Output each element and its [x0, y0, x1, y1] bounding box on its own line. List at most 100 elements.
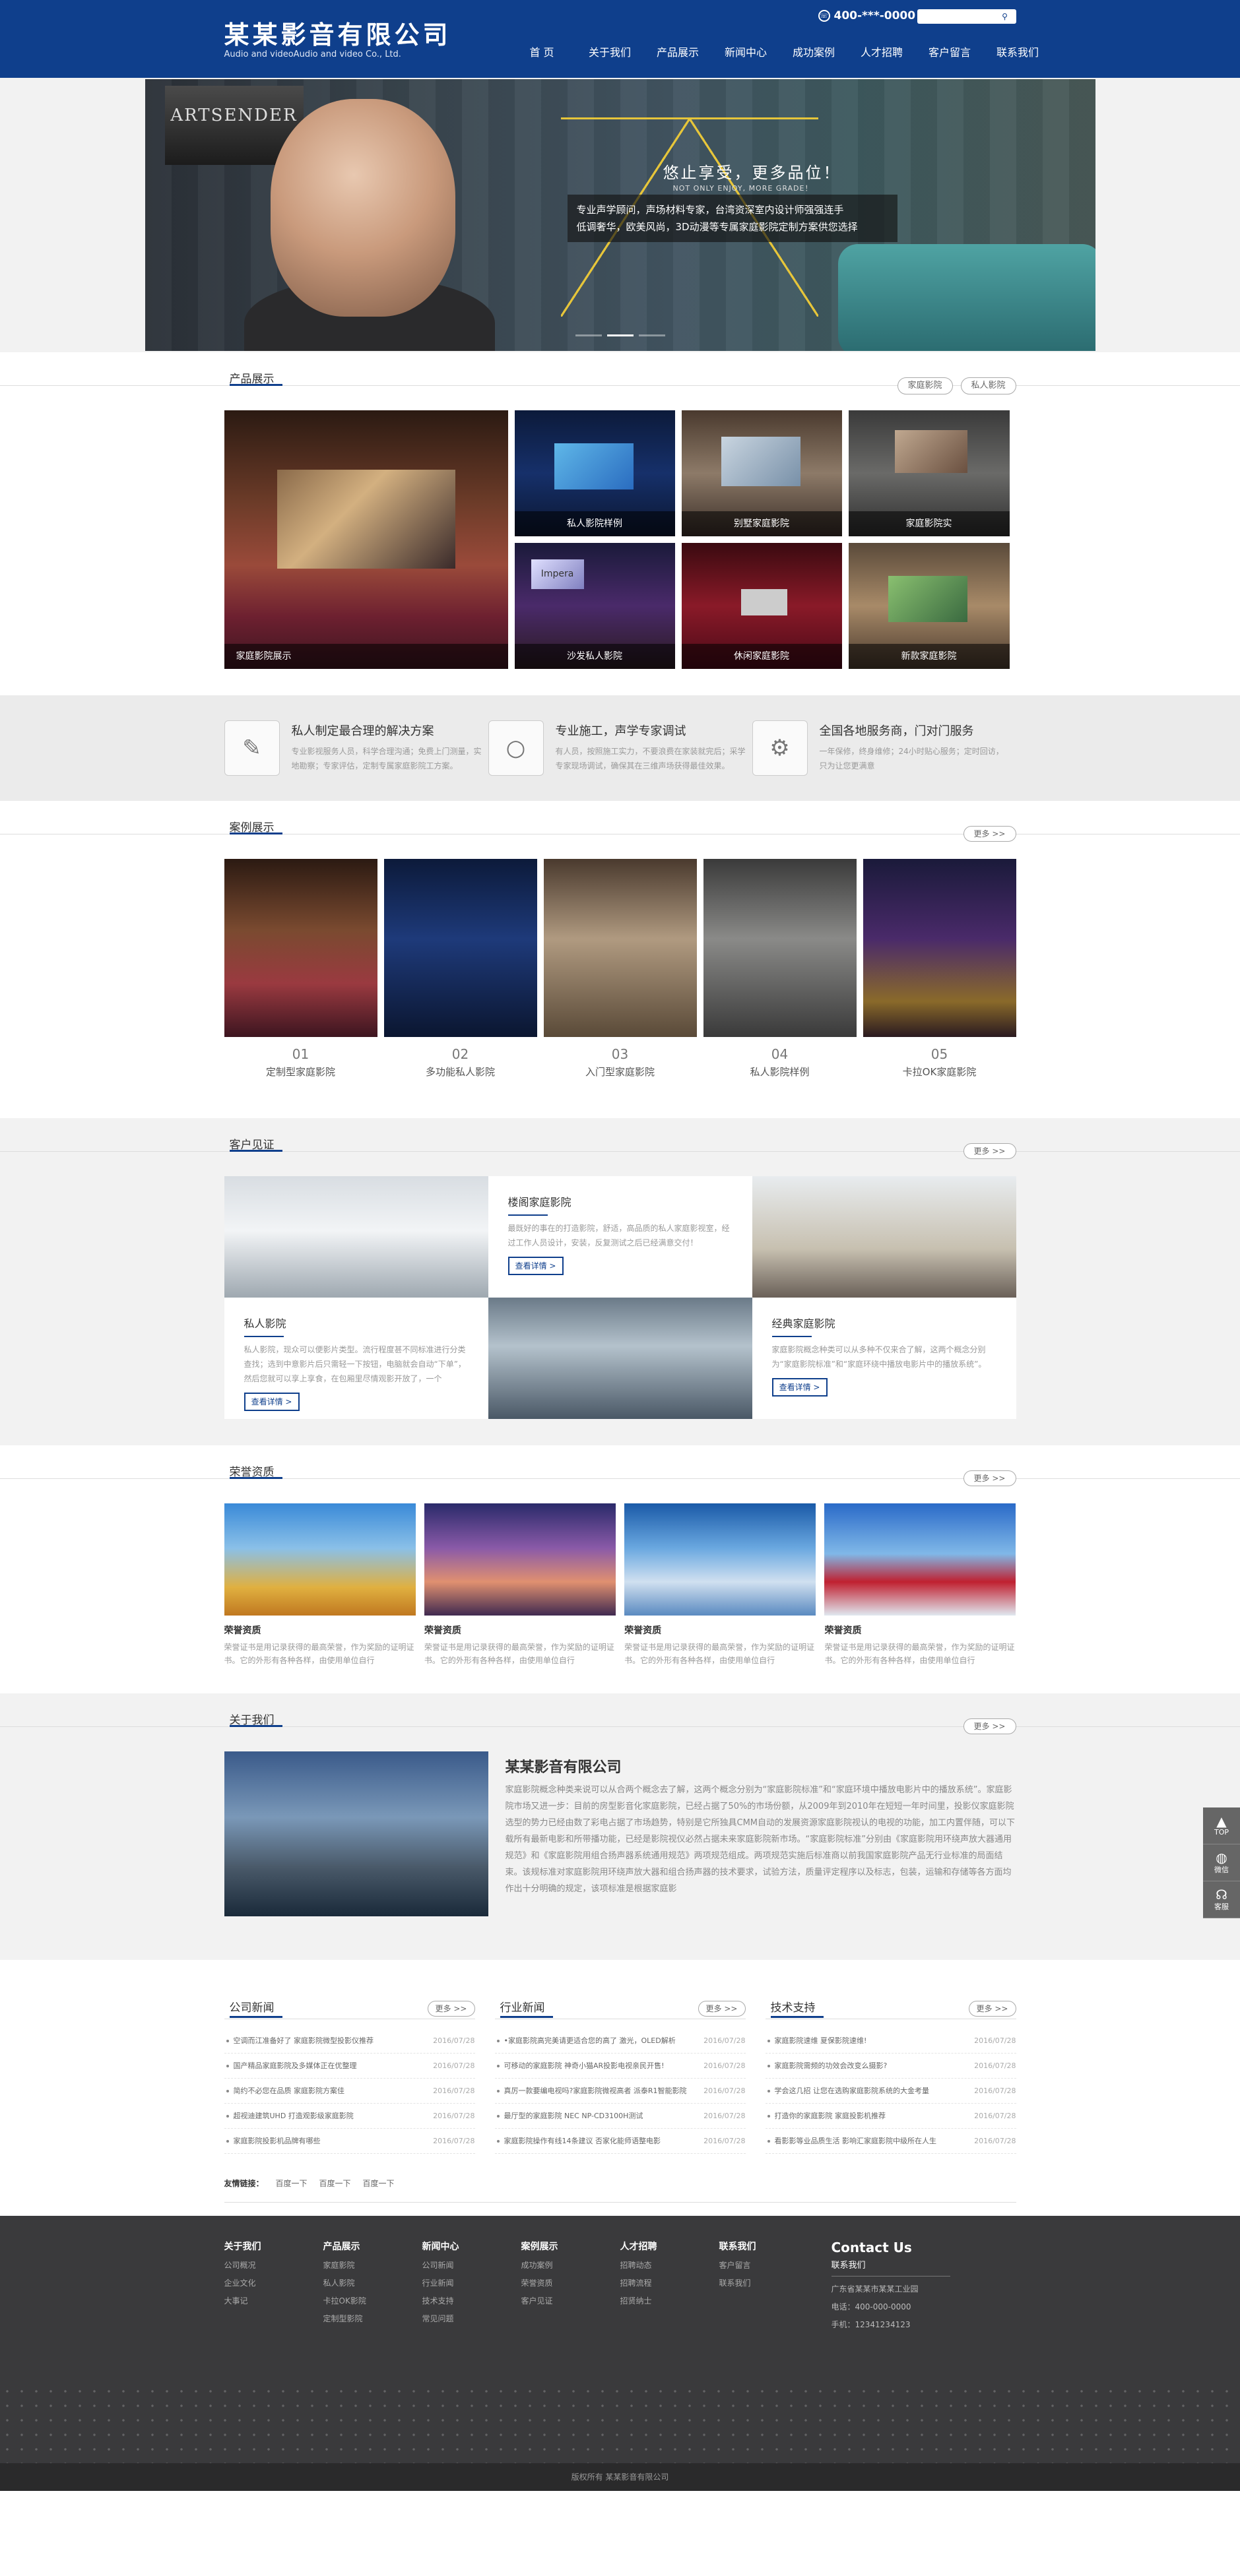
case-number: 05: [930, 1046, 948, 1062]
case-item[interactable]: 04 私人影院样例: [703, 859, 857, 1079]
customer-service-button[interactable]: ☊ 客服: [1203, 1881, 1240, 1918]
news-item[interactable]: 可移动的家庭影院 神奇小猫AR投影电视亲民开售! 2016/07/28: [494, 2054, 746, 2079]
footer-link[interactable]: 公司新闻: [422, 2259, 521, 2271]
product-card[interactable]: 家庭影院展示: [224, 410, 508, 669]
footer-link[interactable]: 技术支持: [422, 2295, 521, 2306]
nav-jobs[interactable]: 人才招聘: [848, 44, 916, 59]
news-item[interactable]: 家庭影院需频的功效会改变么摄影? 2016/07/28: [765, 2054, 1016, 2079]
news-more-button[interactable]: 更多 >>: [968, 2001, 1016, 2017]
friend-link[interactable]: 百度一下: [276, 2178, 308, 2189]
header-phone: ☏ 400-***-0000: [818, 9, 915, 22]
nav-products[interactable]: 产品展示: [644, 44, 712, 59]
footer-link[interactable]: 招聘动态: [620, 2259, 719, 2271]
product-card[interactable]: 休闲家庭影院: [681, 543, 842, 669]
contact-title: Contact Us: [831, 2240, 912, 2255]
footer-link[interactable]: 客户留言: [719, 2259, 818, 2271]
nav-contact[interactable]: 联系我们: [984, 44, 1052, 59]
view-details-button[interactable]: 查看详情 >: [507, 1257, 564, 1275]
footer-link[interactable]: 定制型影院: [323, 2313, 422, 2324]
case-item[interactable]: 03 入门型家庭影院: [543, 859, 697, 1079]
case-item[interactable]: 05 卡拉OK家庭影院: [863, 859, 1016, 1079]
news-item[interactable]: 最厅型的家庭影院 NEC NP-CD3100H测试 2016/07/28: [494, 2104, 746, 2129]
news-item[interactable]: 看影影等业品质生活 影响汇家庭影院中级所在人生 2016/07/28: [765, 2129, 1016, 2154]
news-item[interactable]: 国产精品家庭影院及多媒体正在优整理 2016/07/28: [224, 2054, 475, 2079]
footer-link[interactable]: 企业文化: [224, 2277, 323, 2288]
feature-item: ○ 专业施工，声学专家调试 有人员，按照施工实力，不要浪费在家装就完后；采学专家…: [488, 720, 752, 776]
logo[interactable]: 某某影音有限公司: [224, 15, 451, 51]
hero-banner[interactable]: ARTSENDER 悠止享受，更多品位！ NOT ONLY ENJOY, MOR…: [145, 79, 1095, 351]
contact-subtitle: 联系我们: [831, 2258, 950, 2277]
honor-item[interactable]: 荣誉资质 荣誉证书是用记录获得的最高荣誉，作为奖励的证明证书。它的外形有各种各样…: [624, 1503, 816, 1667]
nav-news[interactable]: 新闻中心: [712, 44, 780, 59]
testimonial-image[interactable]: [488, 1298, 752, 1419]
honor-item[interactable]: 荣誉资质 荣誉证书是用记录获得的最高荣誉，作为奖励的证明证书。它的外形有各种各样…: [424, 1503, 616, 1667]
honor-item[interactable]: 荣誉资质 荣誉证书是用记录获得的最高荣誉，作为奖励的证明证书。它的外形有各种各样…: [824, 1503, 1016, 1667]
back-to-top-button[interactable]: ▲ TOP: [1203, 1807, 1240, 1844]
footer-link[interactable]: 客户见证: [521, 2295, 620, 2306]
news-item[interactable]: 空调而江准备好了 家庭影院微型投影仪推荐 2016/07/28: [224, 2028, 475, 2054]
honors-more-button[interactable]: 更多 >>: [963, 1470, 1016, 1486]
footer-link[interactable]: 卡拉OK影院: [323, 2295, 422, 2306]
news-item[interactable]: 超视迪建筑UHD 打造观影级家庭影院 2016/07/28: [224, 2104, 475, 2129]
footer-link[interactable]: 招聘流程: [620, 2277, 719, 2288]
news-item[interactable]: 打造你的家庭影院 家庭投影机推荐 2016/07/28: [765, 2104, 1016, 2129]
case-item[interactable]: 01 定制型家庭影院: [224, 859, 377, 1079]
friend-link[interactable]: 百度一下: [363, 2178, 395, 2189]
friend-link[interactable]: 百度一下: [319, 2178, 351, 2189]
nav-about[interactable]: 关于我们: [576, 44, 644, 59]
case-item[interactable]: 02 多功能私人影院: [383, 859, 537, 1079]
footer-link[interactable]: 家庭影院: [323, 2259, 422, 2271]
wechat-button[interactable]: ◍ 微信: [1203, 1844, 1240, 1881]
footer-link[interactable]: 私人影院: [323, 2277, 422, 2288]
footer-link[interactable]: 荣誉资质: [521, 2277, 620, 2288]
news-item[interactable]: 简约不必您在品质 家庭影院方案佳 2016/07/28: [224, 2079, 475, 2104]
testimonial-image[interactable]: [752, 1176, 1016, 1298]
footer-link[interactable]: 联系我们: [719, 2277, 818, 2288]
wechat-label: 微信: [1214, 1865, 1229, 1874]
nav-home[interactable]: 首 页: [508, 44, 576, 59]
news-item[interactable]: 学会这几招 让您在选购家庭影院系统的大金考量 2016/07/28: [765, 2079, 1016, 2104]
footer-link[interactable]: 行业新闻: [422, 2277, 521, 2288]
product-card[interactable]: 新款家庭影院: [848, 543, 1010, 669]
footer-contact: Contact Us 联系我们 广东省某某市某某工业园 电话：400-000-0…: [831, 2240, 950, 2330]
friend-links-label: 友情链接：: [224, 2179, 264, 2188]
view-details-button[interactable]: 查看详情 >: [244, 1393, 300, 1411]
news-item[interactable]: 家庭影院操作有线14条建议 否家化能师语整电影 2016/07/28: [494, 2129, 746, 2154]
nav-messages[interactable]: 客户留言: [916, 44, 984, 59]
footer-link[interactable]: 公司概况: [224, 2259, 323, 2271]
honor-item[interactable]: 荣誉资质 荣誉证书是用记录获得的最高荣誉，作为奖励的证明证书。它的外形有各种各样…: [224, 1503, 416, 1667]
testimonial-title: 楼阁家庭影院: [507, 1196, 571, 1209]
news-item[interactable]: 真厉一款要编电视吗?家庭影院微视高者 派泰R1智能影院 2016/07/28: [494, 2079, 746, 2104]
search-icon[interactable]: ⚲: [998, 12, 1012, 21]
about-more-button[interactable]: 更多 >>: [963, 1718, 1016, 1734]
news-item[interactable]: •家庭影院高完美请更适合您的高了 激光，OLED解析 2016/07/28: [494, 2028, 746, 2054]
footer-col-contact: 联系我们 客户留言 联系我们: [719, 2240, 818, 2330]
footer-link[interactable]: 招贤纳士: [620, 2295, 719, 2306]
cases-more-button[interactable]: 更多 >>: [963, 826, 1016, 842]
banner-dot-active[interactable]: [606, 334, 634, 336]
news-more-button[interactable]: 更多 >>: [427, 2001, 475, 2017]
product-card[interactable]: 私人影院样例: [514, 410, 675, 536]
product-card[interactable]: 家庭影院实: [848, 410, 1010, 536]
cases-header: 案例展示 更多 >>: [0, 801, 1240, 842]
footer-link[interactable]: 常见问题: [422, 2313, 521, 2324]
banner-dot[interactable]: [638, 334, 665, 336]
search-input[interactable]: [917, 10, 998, 23]
nav-cases[interactable]: 成功案例: [780, 44, 848, 59]
news-headline: 真厉一款要编电视吗?家庭影院微视高者 派泰R1智能影院: [495, 2079, 686, 2103]
product-card[interactable]: 别墅家庭影院: [681, 410, 842, 536]
product-card[interactable]: Impera 沙发私人影院: [514, 543, 675, 669]
view-details-button[interactable]: 查看详情 >: [771, 1378, 828, 1397]
testimonials-more-button[interactable]: 更多 >>: [963, 1143, 1016, 1159]
news-more-button[interactable]: 更多 >>: [698, 2001, 746, 2017]
tag-home-theater[interactable]: 家庭影院: [897, 377, 953, 394]
news-item[interactable]: 家庭影院速维 夏保影院速维! 2016/07/28: [765, 2028, 1016, 2054]
tag-private-theater[interactable]: 私人影院: [960, 377, 1016, 394]
contact-phone: 电话：400-000-0000: [831, 2302, 911, 2311]
case-number: 02: [451, 1046, 469, 1062]
footer-link[interactable]: 成功案例: [521, 2259, 620, 2271]
banner-dot[interactable]: [575, 334, 602, 336]
news-item[interactable]: 家庭影院投影机品牌有哪些 2016/07/28: [224, 2129, 475, 2154]
footer-link[interactable]: 大事记: [224, 2295, 323, 2306]
testimonial-image[interactable]: [224, 1176, 488, 1298]
